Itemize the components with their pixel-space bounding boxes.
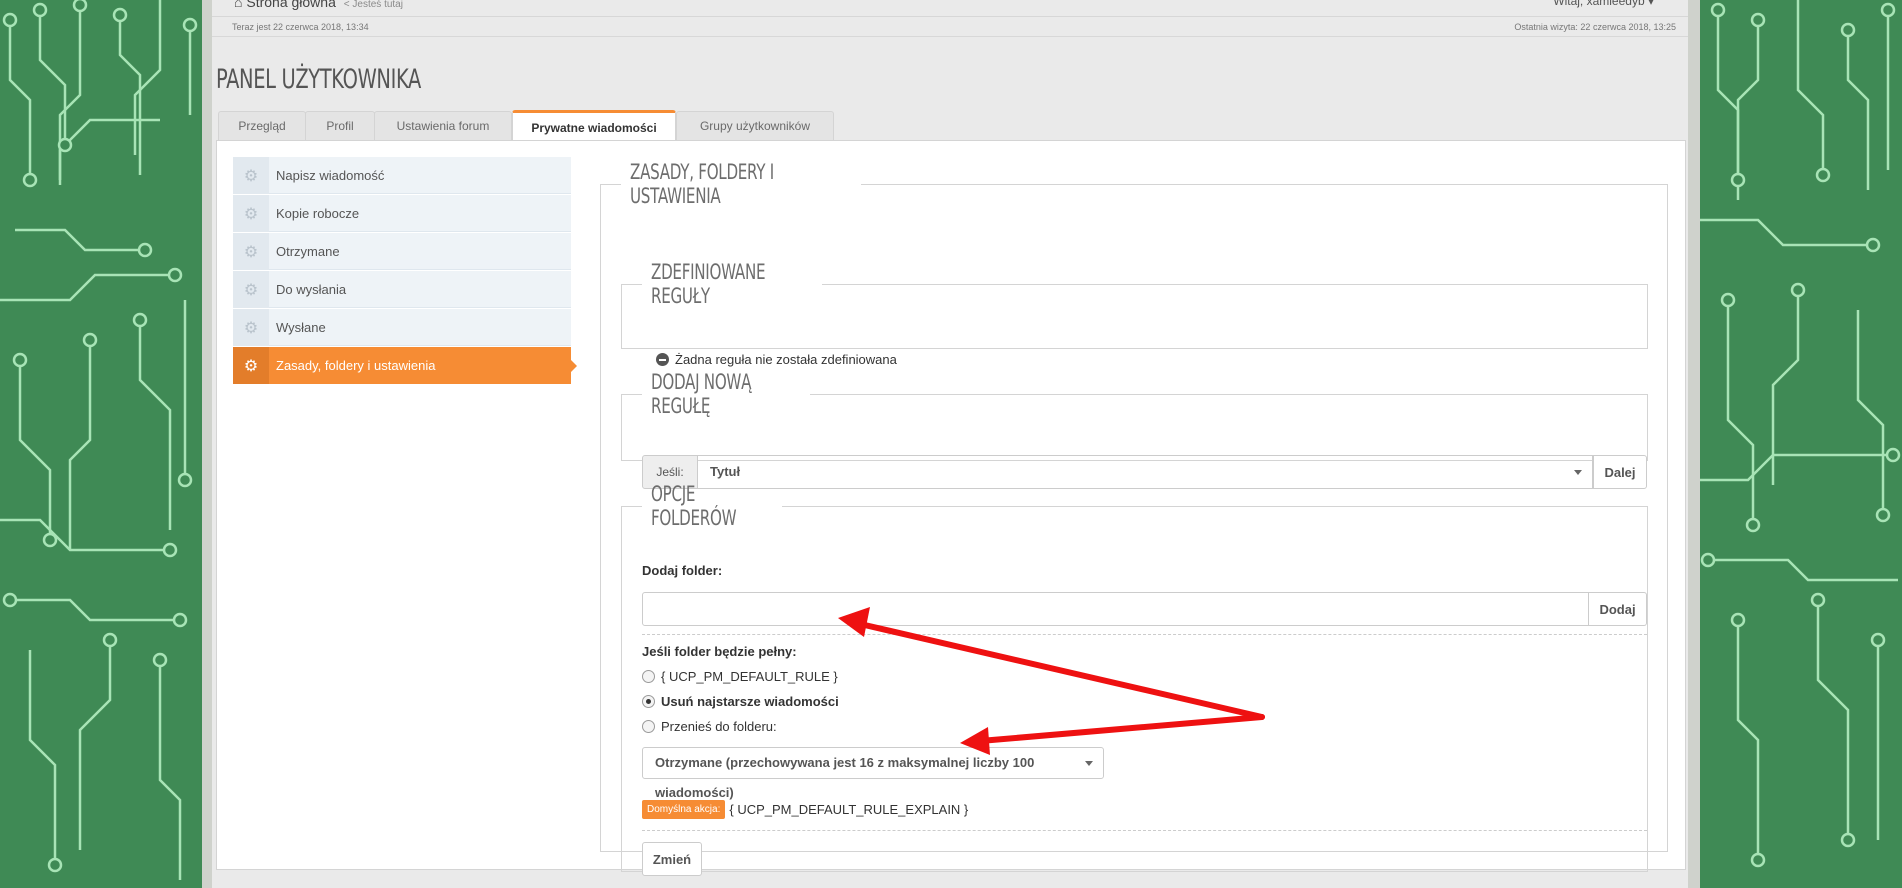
forum-page: ⌂ Strona główna < Jesteś tutaj Witaj, xa… [212,0,1688,888]
gear-icon: ⚙ [233,309,269,346]
last-visit: Ostatnia wizyta: 22 czerwca 2018, 13:25 [1514,22,1676,32]
option-default-rule[interactable]: { UCP_PM_DEFAULT_RULE } [642,669,838,684]
info-bar: Teraz jest 22 czerwca 2018, 13:34 Ostatn… [212,16,1688,37]
defined-rules-title: ZDEFINIOWANE REGUŁY [651,260,766,308]
sidebar-item-outbox[interactable]: ⚙ Do wysłania [233,271,571,308]
no-rules-text: Żadna reguła nie została zdefiniowana [675,352,897,367]
radio-button[interactable] [642,720,655,733]
option-delete-oldest[interactable]: Usuń najstarsze wiadomości [642,694,839,709]
minus-circle-icon [656,353,669,366]
tab-user-groups[interactable]: Grupy użytkowników [676,111,834,140]
tab-profile[interactable]: Profil [305,111,375,140]
target-folder-select[interactable]: Otrzymane (przechowywana jest 16 z maksy… [642,747,1104,800]
content-panel: ⚙ Napisz wiadomość ⚙ Kopie robocze ⚙ Otr… [216,140,1686,876]
folder-options-title: OPCJE FOLDERÓW [651,482,737,530]
home-icon[interactable]: ⌂ [234,0,242,10]
tab-overview[interactable]: Przegląd [218,111,306,140]
tab-private-messages[interactable]: Prywatne wiadomości [512,110,676,141]
option-label: Usuń najstarsze wiadomości [661,694,839,709]
sidebar-menu: ⚙ Napisz wiadomość ⚙ Kopie robocze ⚙ Otr… [233,157,577,385]
circuit-background-left [0,0,204,888]
sidebar-item-label: Napisz wiadomość [276,168,385,183]
section-title: ZASADY, FOLDERY I USTAWIENIA [630,160,774,208]
user-menu[interactable]: Witaj, xamieedyb ▾ [1553,0,1654,8]
default-action-explain: { UCP_PM_DEFAULT_RULE_EXPLAIN } [729,802,969,817]
chevron-down-icon [1085,761,1093,766]
gear-icon: ⚙ [233,271,269,308]
page-frame-right [1686,0,1700,888]
folder-options-section: OPCJE FOLDERÓW Dodaj folder: Dodaj Jeśli… [621,482,1648,876]
sidebar-item-drafts[interactable]: ⚙ Kopie robocze [233,195,571,232]
breadcrumb: ⌂ Strona główna < Jesteś tutaj [234,0,403,10]
option-move-to-folder[interactable]: Przenieś do folderu: [642,719,777,734]
add-folder-row: Dodaj [642,592,1647,626]
sidebar-item-sent[interactable]: ⚙ Wysłane [233,309,571,346]
breadcrumb-here: < Jesteś tutaj [343,0,403,10]
gear-icon: ⚙ [233,195,269,232]
divider [642,634,1647,635]
sidebar-item-label: Wysłane [276,320,326,335]
gear-icon: ⚙ [233,233,269,270]
sidebar-item-label: Zasady, foldery i ustawienia [276,358,436,373]
sidebar-item-label: Kopie robocze [276,206,360,221]
option-label: Przenieś do folderu: [661,719,777,734]
add-rule-section: DODAJ NOWĄ REGUŁĘ Jeśli: Tytuł Dalej [621,370,1648,489]
add-rule-title: DODAJ NOWĄ REGUŁĘ [651,370,752,418]
change-button[interactable]: Zmień [642,842,702,876]
breadcrumb-home-link[interactable]: Strona główna [246,0,336,10]
option-label: { UCP_PM_DEFAULT_RULE } [661,669,838,684]
rules-folders-settings-section: ZASADY, FOLDERY I USTAWIENIA ZDEFINIOWAN… [600,160,1668,876]
chevron-down-icon [1574,470,1582,475]
default-action-badge: Domyślna akcja: [642,800,726,819]
divider [642,830,1647,831]
no-rules-message: Żadna reguła nie została zdefiniowana [656,352,897,367]
add-folder-label: Dodaj folder: [642,563,723,578]
gear-icon: ⚙ [233,347,269,384]
sidebar-item-label: Do wysłania [276,282,347,297]
sidebar-item-compose[interactable]: ⚙ Napisz wiadomość [233,157,571,194]
current-time: Teraz jest 22 czerwca 2018, 13:34 [232,22,369,32]
default-action-row: Domyślna akcja: { UCP_PM_DEFAULT_RULE_EX… [642,800,968,819]
circuit-background-right [1698,0,1902,888]
add-folder-input[interactable] [642,592,1589,626]
tab-forum-settings[interactable]: Ustawienia forum [374,111,512,140]
folder-full-label: Jeśli folder będzie pełny: [642,644,797,659]
page-title: PANEL UŻYTKOWNIKA [216,64,421,95]
gear-icon: ⚙ [233,157,269,194]
radio-button-checked[interactable] [642,695,655,708]
sidebar-item-inbox[interactable]: ⚙ Otrzymane [233,233,571,270]
sidebar-item-rules-folders-settings[interactable]: ⚙ Zasady, foldery i ustawienia [233,347,577,384]
radio-button[interactable] [642,670,655,683]
defined-rules-section: ZDEFINIOWANE REGUŁY Żadna reguła nie zos… [621,260,1648,367]
add-folder-button[interactable]: Dodaj [1589,592,1647,626]
sidebar-item-label: Otrzymane [276,244,340,259]
rule-condition-value: Tytuł [710,464,741,479]
target-folder-value: Otrzymane (przechowywana jest 16 z maksy… [655,755,1035,800]
